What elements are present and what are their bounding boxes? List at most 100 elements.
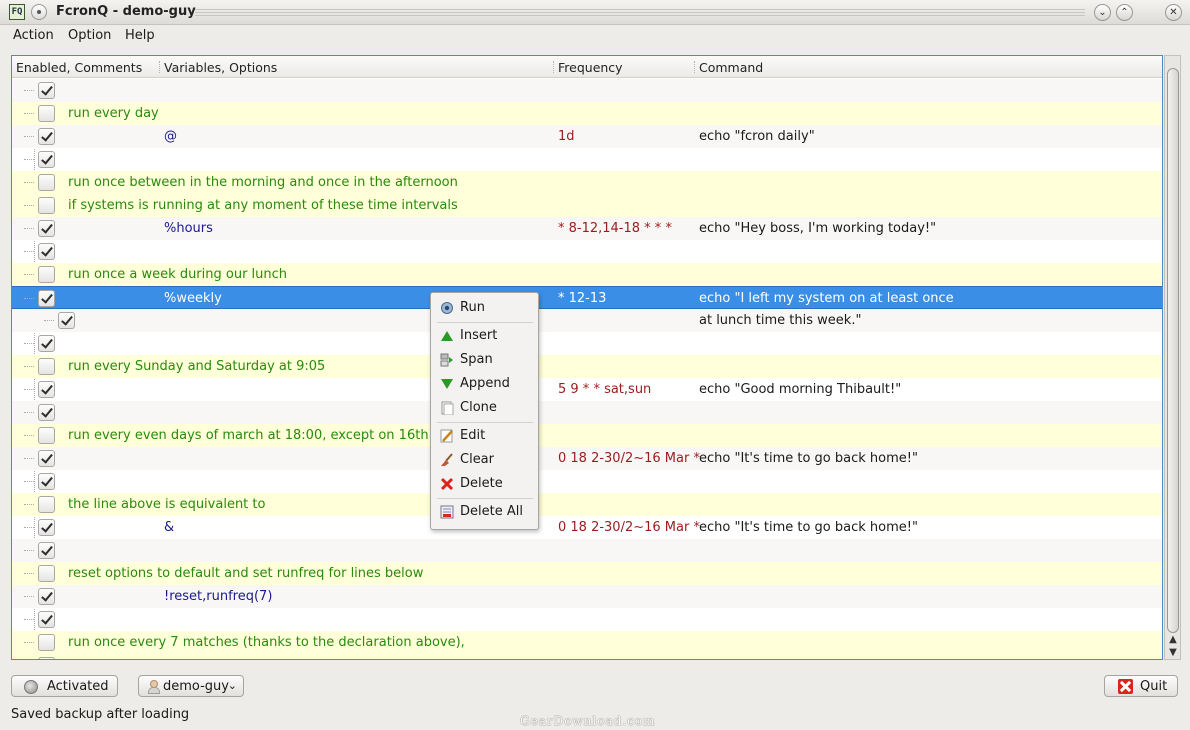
- menu-item-edit[interactable]: Edit: [431, 425, 538, 447]
- menu-item-run[interactable]: Run: [431, 297, 538, 319]
- table-row[interactable]: at lunch time this week.": [12, 309, 1162, 332]
- crontab-tree[interactable]: Enabled, Comments Variables, Options Fre…: [11, 55, 1163, 660]
- menu-item-label: Span: [460, 352, 493, 367]
- enabled-checkbox[interactable]: [38, 266, 55, 283]
- comment-row[interactable]: run once every 7 matches (thanks to the …: [12, 631, 1162, 654]
- table-row[interactable]: & 0 18 2-30/2~16 Mar * echo "It's time to …: [12, 516, 1162, 539]
- column-enabled-comments[interactable]: Enabled, Comments: [16, 60, 142, 75]
- comment-row[interactable]: the line above is equivalent to: [12, 493, 1162, 516]
- app-icon: FQ: [9, 4, 25, 20]
- close-button[interactable]: ✕: [1165, 4, 1182, 21]
- menu-item-insert[interactable]: Insert: [431, 325, 538, 347]
- status-bar-text: Saved backup after loading: [11, 707, 190, 722]
- comment-row[interactable]: run every day: [12, 102, 1162, 125]
- quit-button[interactable]: Quit: [1104, 675, 1178, 697]
- frequency-cell: 0 18 2-30/2~16 Mar *: [558, 451, 700, 466]
- comment-row[interactable]: if systems is running at any moment of t…: [12, 194, 1162, 217]
- menu-item-span[interactable]: Span: [431, 349, 538, 371]
- comment-row[interactable]: run every even days of march at 18:00, e…: [12, 424, 1162, 447]
- tree-branch-line: [24, 366, 34, 367]
- minimize-button[interactable]: ⌄: [1094, 4, 1111, 21]
- enabled-checkbox[interactable]: [38, 335, 55, 352]
- table-row[interactable]: 5 9 * * sat,sun echo "Good morning Thibau…: [12, 378, 1162, 401]
- table-row[interactable]: [12, 401, 1162, 424]
- activated-button[interactable]: Activated: [11, 675, 118, 697]
- enabled-checkbox[interactable]: [38, 657, 55, 659]
- menu-option[interactable]: Option: [68, 28, 111, 43]
- vertical-scrollbar[interactable]: ▲ ▼: [1164, 55, 1181, 660]
- enabled-checkbox[interactable]: [38, 519, 55, 536]
- enabled-checkbox[interactable]: [38, 381, 55, 398]
- enabled-checkbox[interactable]: [38, 105, 55, 122]
- enabled-checkbox[interactable]: [38, 151, 55, 168]
- tree-branch-line: [44, 320, 54, 321]
- table-row[interactable]: [12, 332, 1162, 355]
- command-cell: echo "It's time to go back home!": [699, 451, 918, 466]
- column-command[interactable]: Command: [699, 60, 763, 75]
- menu-item-delete-all[interactable]: Delete All: [431, 501, 538, 523]
- tree-branch-line: [24, 205, 34, 206]
- context-menu: Run Insert Span Append Clone Edit Clear …: [430, 292, 539, 530]
- enabled-checkbox[interactable]: [38, 82, 55, 99]
- enabled-checkbox[interactable]: [38, 243, 55, 260]
- variable-cell: %hours: [164, 221, 213, 236]
- enabled-checkbox[interactable]: [38, 450, 55, 467]
- column-frequency[interactable]: Frequency: [558, 60, 623, 75]
- table-row[interactable]: [12, 470, 1162, 493]
- enabled-checkbox[interactable]: [38, 197, 55, 214]
- table-row[interactable]: [12, 608, 1162, 631]
- table-row[interactable]: 0 18 2-30/2~16 Mar * echo "It's time to g…: [12, 447, 1162, 470]
- enabled-checkbox[interactable]: [38, 404, 55, 421]
- enabled-checkbox[interactable]: [58, 312, 75, 329]
- enabled-checkbox[interactable]: [38, 427, 55, 444]
- command-cell: echo "I left my system on at least once: [699, 291, 954, 306]
- comment-row[interactable]: run once between in the morning and once…: [12, 171, 1162, 194]
- variable-cell: &: [164, 520, 175, 535]
- menu-item-label: Clone: [460, 400, 497, 415]
- enabled-checkbox[interactable]: [38, 220, 55, 237]
- scroll-up-icon[interactable]: ▲: [1167, 634, 1179, 646]
- table-row[interactable]: [12, 148, 1162, 171]
- table-row[interactable]: [12, 539, 1162, 562]
- table-row[interactable]: [12, 79, 1162, 102]
- column-separator: [553, 61, 555, 73]
- comment-row[interactable]: run every Sunday and Saturday at 9:05: [12, 355, 1162, 378]
- enabled-checkbox[interactable]: [38, 290, 55, 307]
- user-select[interactable]: demo-guy ⌄: [138, 675, 244, 697]
- scrollbar-thumb[interactable]: [1167, 68, 1179, 633]
- enabled-checkbox[interactable]: [38, 611, 55, 628]
- table-row[interactable]: [12, 240, 1162, 263]
- enabled-checkbox[interactable]: [38, 174, 55, 191]
- frequency-cell: 0 18 2-30/2~16 Mar *: [558, 520, 700, 535]
- tree-branch-line: [24, 113, 34, 114]
- table-row[interactable]: %hours * 8-12,14-18 * * * echo "Hey boss, …: [12, 217, 1162, 240]
- enabled-checkbox[interactable]: [38, 634, 55, 651]
- enabled-checkbox[interactable]: [38, 565, 55, 582]
- enabled-checkbox[interactable]: [38, 542, 55, 559]
- table-row[interactable]: @1d echo "fcron daily": [12, 125, 1162, 148]
- comment-cell: run once every 7 matches (thanks to the …: [68, 635, 465, 650]
- watermark: GearDownload.com: [520, 714, 656, 728]
- table-row[interactable]: %weekly * 12-13 echo "I left my system on …: [12, 286, 1162, 309]
- enabled-checkbox[interactable]: [38, 128, 55, 145]
- enabled-checkbox[interactable]: [38, 496, 55, 513]
- menu-help[interactable]: Help: [125, 28, 155, 43]
- comment-row[interactable]: [12, 654, 1162, 659]
- enabled-checkbox[interactable]: [38, 588, 55, 605]
- scroll-down-icon[interactable]: ▼: [1167, 647, 1179, 659]
- comment-row[interactable]: reset options to default and set runfreq…: [12, 562, 1162, 585]
- table-row[interactable]: !reset,runfreq(7): [12, 585, 1162, 608]
- menu-item-clone[interactable]: Clone: [431, 397, 538, 419]
- column-variables-options[interactable]: Variables, Options: [164, 60, 277, 75]
- menu-action[interactable]: Action: [13, 28, 54, 43]
- enabled-checkbox[interactable]: [38, 358, 55, 375]
- tree-branch-line: [24, 573, 34, 574]
- menu-item-delete[interactable]: Delete: [431, 473, 538, 495]
- menu-item-clear[interactable]: Clear: [431, 449, 538, 471]
- window-menu-button[interactable]: [31, 4, 47, 20]
- maximize-button[interactable]: ⌃: [1116, 4, 1133, 21]
- enabled-checkbox[interactable]: [38, 473, 55, 490]
- menu-item-append[interactable]: Append: [431, 373, 538, 395]
- comment-row[interactable]: run once a week during our lunch: [12, 263, 1162, 286]
- arrow-down-icon: [441, 379, 453, 389]
